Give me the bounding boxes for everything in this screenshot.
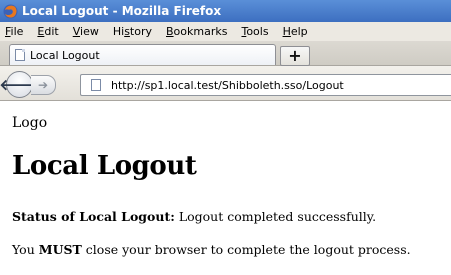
status-text: Logout completed successfully. [178,209,377,224]
forward-arrow-icon: ➔ [37,78,49,92]
tab-label: Local Logout [30,48,100,62]
must-suffix: close your browser to complete the logou… [85,242,411,257]
menu-history[interactable]: History [106,25,159,38]
title-bar: Local Logout - Mozilla Firefox [0,0,451,22]
status-label: Status of Local Logout: [12,209,175,224]
window-title: Local Logout - Mozilla Firefox [22,4,222,18]
page-icon [15,49,25,61]
menu-edit[interactable]: Edit [30,25,65,38]
menu-help[interactable]: Help [276,25,315,38]
tab-local-logout[interactable]: Local Logout [9,44,276,65]
navigation-toolbar: 🡐 ➔ http://sp1.local.test/Shibboleth.sso… [0,66,451,101]
site-identity-icon [91,79,101,91]
menu-view[interactable]: View [66,25,106,38]
logout-status: Status of Local Logout: Logout completed… [12,209,376,224]
url-text: http://sp1.local.test/Shibboleth.sso/Log… [111,78,344,92]
menu-bar: File Edit View History Bookmarks Tools Help [0,22,451,42]
new-tab-button[interactable]: + [280,46,310,66]
must-word: MUST [38,242,82,257]
menu-tools[interactable]: Tools [234,25,275,38]
page-content: Logo Local Logout Status of Local Logout… [0,101,451,275]
menu-bookmarks[interactable]: Bookmarks [159,25,234,38]
tab-strip: Local Logout + [0,41,451,66]
forward-button[interactable]: ➔ [31,75,56,95]
address-bar[interactable]: http://sp1.local.test/Shibboleth.sso/Log… [80,74,451,96]
firefox-icon [3,4,18,19]
must-prefix: You [12,242,35,257]
logo-placeholder: Logo [12,115,48,131]
close-browser-notice: You MUST close your browser to complete … [12,242,411,257]
menu-file[interactable]: File [0,25,30,38]
back-button[interactable]: 🡐 [0,71,40,98]
page-heading: Local Logout [12,151,197,181]
